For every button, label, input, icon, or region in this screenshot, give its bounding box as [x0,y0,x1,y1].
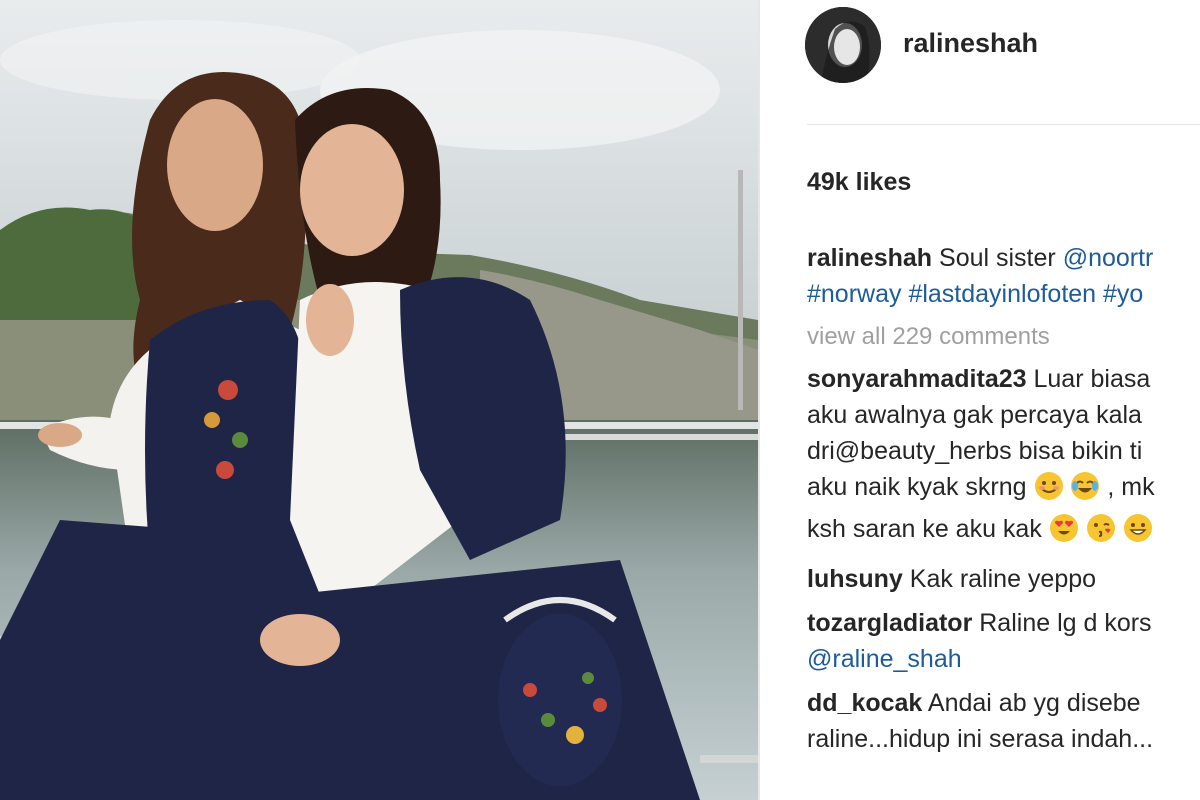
caption-username[interactable]: ralineshah [807,244,932,272]
caption-hashtags[interactable]: #norway #lastdayinlofoten #yo [807,280,1143,308]
comment-3-line-1: tozargladiator Raline lg d kors [807,605,1200,641]
comment-username[interactable]: sonyarahmadita23 [807,365,1027,393]
kiss-emoji-icon [1086,513,1116,553]
comment-text: , mk [1107,473,1155,501]
comment-1-line-1: sonyarahmadita23 Luar biasa [807,361,1200,397]
grin-emoji-icon [1123,513,1153,553]
heart-eyes-emoji-icon [1049,513,1079,553]
view-all-comments-row: view all 229 comments [807,318,1200,355]
comment-text: ksh saran ke aku kak [807,515,1042,543]
caption-text: Soul sister [939,244,1056,272]
comment-mention[interactable]: @raline_shah [807,645,962,673]
comment-4-line-1: dd_kocak Andai ab yg disebe [807,685,1200,721]
tears-of-joy-emoji-icon [1070,471,1100,511]
comment-2: luhsuny Kak raline yeppo [807,561,1200,597]
comment-3-line-2: @raline_shah [807,641,1200,677]
comment-text: raline...hidup ini serasa indah... [807,725,1154,753]
caption-mention[interactable]: @noortr [1063,244,1154,272]
post-username[interactable]: ralineshah [903,28,1038,59]
caption-line-1: ralineshah Soul sister @noortr [807,240,1200,276]
post-header: ralineshah [760,0,1200,120]
comment-text: dri@beauty_herbs bisa bikin ti [807,437,1143,465]
caption-line-2: #norway #lastdayinlofoten #yo [807,276,1200,312]
comment-1-line-3: dri@beauty_herbs bisa bikin ti [807,433,1200,469]
likes-count[interactable]: 49k likes [807,168,911,197]
comment-username[interactable]: dd_kocak [807,689,922,717]
smiling-emoji-icon [1034,471,1064,511]
comment-text: Luar biasa [1033,365,1151,393]
post-photo[interactable] [0,0,758,800]
comment-1-line-5: ksh saran ke aku kak [807,511,1200,553]
photo-illustration [0,0,758,800]
avatar-image [805,7,881,83]
comment-username[interactable]: tozargladiator [807,609,972,637]
comment-username[interactable]: luhsuny [807,565,903,593]
comment-text: aku naik kyak skrng [807,473,1027,501]
avatar[interactable] [805,7,881,83]
comment-text: Raline lg d kors [979,609,1152,637]
header-divider [807,124,1200,125]
comment-text: Kak raline yeppo [909,565,1097,593]
comments-section: ralineshah Soul sister @noortr #norway #… [807,240,1200,757]
post-details-panel: ralineshah 49k likes ralineshah Soul sis… [760,0,1200,800]
comment-4-line-2: raline...hidup ini serasa indah... [807,721,1200,757]
comment-1-line-4: aku naik kyak skrng , mk [807,469,1200,511]
comment-text: aku awalnya gak percaya kala [807,401,1142,429]
comment-1-line-2: aku awalnya gak percaya kala [807,397,1200,433]
view-all-comments-link[interactable]: view all 229 comments [807,323,1050,350]
comment-text: Andai ab yg disebe [927,689,1141,717]
